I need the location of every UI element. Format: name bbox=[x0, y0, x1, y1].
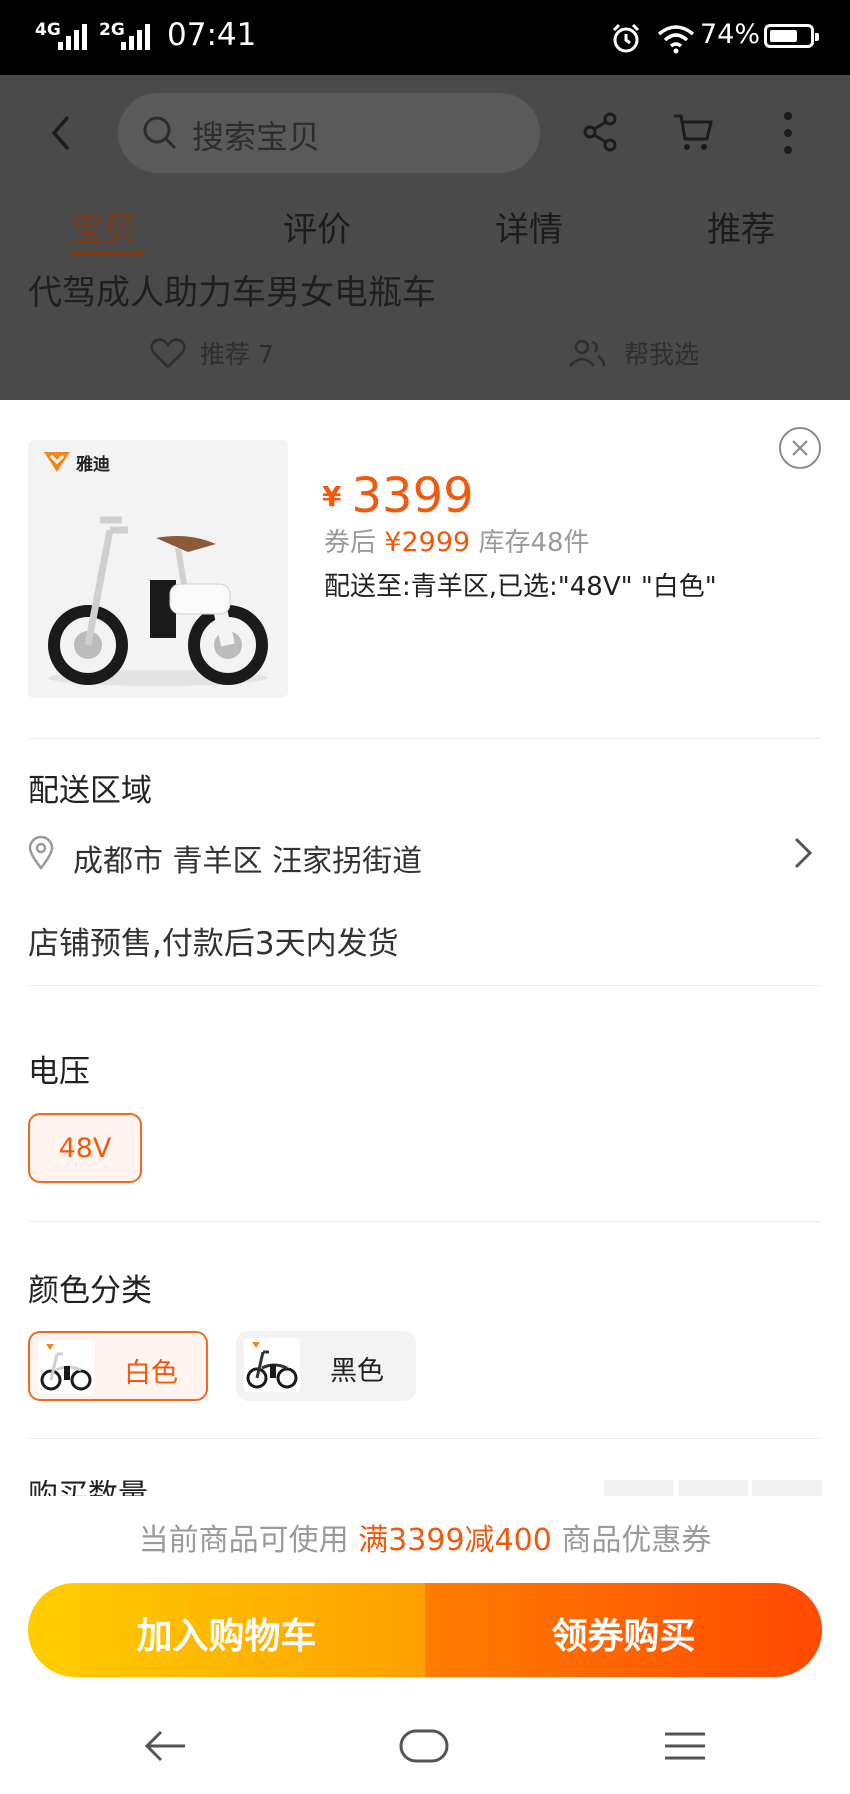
address-row[interactable]: 成都市 青羊区 汪家拐街道 bbox=[28, 830, 822, 890]
price-value: 3399 bbox=[351, 468, 474, 524]
presale-note: 店铺预售,付款后3天内发货 bbox=[28, 926, 399, 962]
color-option-white[interactable]: 白色 bbox=[28, 1331, 208, 1401]
currency-symbol: ¥ bbox=[322, 479, 342, 513]
color-option-black[interactable]: 黑色 bbox=[236, 1331, 416, 1401]
cart-icon[interactable] bbox=[672, 111, 714, 153]
coupon-tip: 当前商品可使用 满3399减400 商品优惠券 bbox=[0, 1508, 850, 1574]
tab-item[interactable]: 宝贝 bbox=[70, 202, 138, 251]
color-thumb-white bbox=[38, 1340, 94, 1394]
divider bbox=[28, 738, 822, 739]
nav-home-icon[interactable] bbox=[398, 1728, 450, 1764]
close-button[interactable] bbox=[779, 427, 821, 469]
battery-icon bbox=[764, 24, 819, 48]
tab-underline bbox=[70, 251, 144, 255]
selection-summary: 配送至:青羊区,已选:"48V" "白色" bbox=[324, 572, 717, 602]
delivery-area-title: 配送区域 bbox=[28, 773, 152, 809]
share-icon[interactable] bbox=[582, 112, 618, 152]
wifi-icon bbox=[657, 25, 695, 54]
add-to-cart-button[interactable]: 加入购物车 bbox=[28, 1583, 425, 1677]
buy-with-coupon-button[interactable]: 领券购买 bbox=[425, 1583, 822, 1677]
voltage-title: 电压 bbox=[28, 1054, 90, 1090]
search-input[interactable]: 搜索宝贝 bbox=[118, 93, 540, 173]
coupon-price-line: 券后 ¥2999 库存48件 bbox=[324, 522, 590, 559]
status-bar: 4G 2G 07:41 74% bbox=[0, 0, 850, 75]
coupon-tip-prefix: 当前商品可使用 bbox=[138, 1523, 349, 1558]
product-thumbnail: 雅迪 bbox=[28, 440, 288, 698]
page-backdrop[interactable]: 搜索宝贝 宝贝 评价 详情 推荐 代驾成人助力车男女电瓶车 推荐 7 帮我选 bbox=[0, 75, 850, 400]
search-placeholder: 搜索宝贝 bbox=[192, 118, 321, 156]
voltage-option-48v[interactable]: 48V bbox=[28, 1113, 142, 1183]
chevron-right-icon bbox=[794, 837, 813, 869]
ebike-image bbox=[48, 516, 268, 686]
sku-selector-sheet: 雅迪 ¥3399 券后 ¥2999 库存48件 配送至:青羊区,已选:"48V"… bbox=[0, 400, 850, 1794]
people-icon[interactable] bbox=[568, 338, 606, 368]
signal-icon bbox=[54, 22, 94, 50]
coupon-price: ¥2999 bbox=[384, 527, 471, 558]
color-option-label: 黑色 bbox=[330, 1356, 384, 1387]
nav-back-icon[interactable] bbox=[143, 1728, 187, 1764]
divider bbox=[28, 1221, 822, 1222]
signal-icon-2 bbox=[117, 22, 157, 50]
close-icon bbox=[792, 440, 808, 456]
address-text: 成都市 青羊区 汪家拐街道 bbox=[73, 844, 423, 879]
tab-reviews[interactable]: 评价 bbox=[283, 202, 351, 251]
divider bbox=[28, 1438, 822, 1439]
battery-percent: 74% bbox=[700, 19, 761, 50]
divider bbox=[28, 985, 822, 986]
color-thumb-black bbox=[244, 1338, 300, 1392]
stock-label: 库存48件 bbox=[478, 528, 590, 558]
product-title: 代驾成人助力车男女电瓶车 bbox=[28, 273, 436, 313]
back-icon[interactable] bbox=[46, 113, 76, 153]
coupon-tip-suffix: 商品优惠券 bbox=[561, 1523, 712, 1558]
brand-logo-text: 雅迪 bbox=[76, 455, 110, 475]
more-icon[interactable] bbox=[780, 111, 796, 155]
recommend-label[interactable]: 推荐 7 bbox=[200, 335, 274, 371]
voltage-option-label: 48V bbox=[58, 1133, 112, 1164]
tab-recommend[interactable]: 推荐 bbox=[707, 202, 775, 251]
location-pin-icon bbox=[28, 836, 54, 870]
quantity-stepper[interactable] bbox=[604, 1480, 822, 1496]
buy-with-coupon-label: 领券购买 bbox=[551, 1616, 696, 1657]
coupon-prefix: 券后 bbox=[324, 528, 377, 558]
help-choose-label[interactable]: 帮我选 bbox=[624, 335, 699, 371]
add-to-cart-label: 加入购物车 bbox=[136, 1616, 317, 1657]
color-title: 颜色分类 bbox=[28, 1273, 152, 1309]
clock: 07:41 bbox=[167, 17, 257, 53]
brand-logo-icon bbox=[44, 452, 70, 472]
quantity-title: 购买数量 bbox=[28, 1480, 228, 1496]
price: ¥3399 bbox=[322, 468, 474, 524]
alarm-icon bbox=[612, 23, 640, 53]
nav-menu-icon[interactable] bbox=[663, 1730, 707, 1762]
coupon-tip-highlight: 满3399减400 bbox=[358, 1523, 552, 1558]
heart-icon[interactable] bbox=[150, 338, 186, 370]
color-option-label: 白色 bbox=[124, 1358, 178, 1389]
tab-details[interactable]: 详情 bbox=[495, 202, 563, 251]
search-icon bbox=[143, 116, 177, 150]
system-nav-bar bbox=[0, 1700, 850, 1794]
